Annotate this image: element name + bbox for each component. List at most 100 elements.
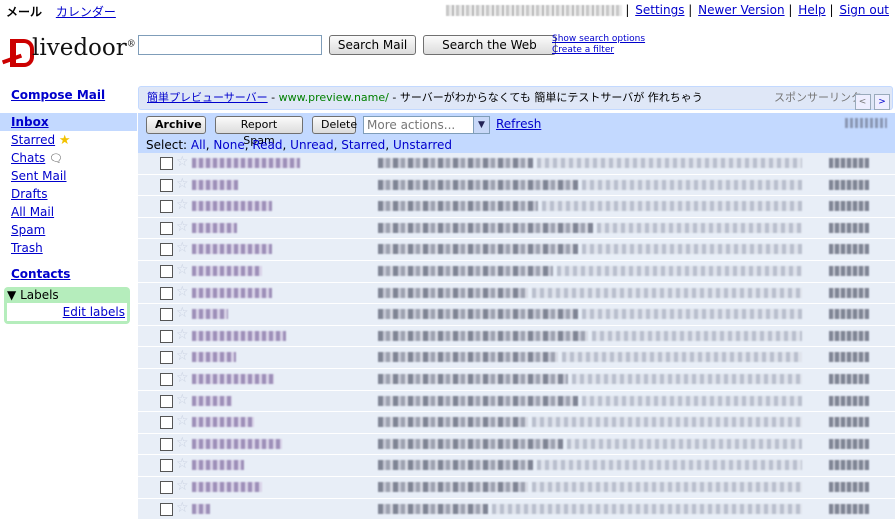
snippet-blurred [582, 309, 802, 319]
select-unstarred-link[interactable]: Unstarred [393, 138, 452, 152]
sidebar-item-inbox[interactable]: Inbox [0, 113, 137, 131]
row-checkbox[interactable] [160, 179, 173, 192]
show-search-options-link[interactable]: Show search options [552, 34, 645, 45]
table-row[interactable]: ☆ [138, 326, 895, 348]
table-row[interactable]: ☆ [138, 499, 895, 520]
table-row[interactable]: ☆ [138, 477, 895, 499]
table-row[interactable]: ☆ [138, 218, 895, 240]
star-toggle-icon[interactable]: ☆ [176, 284, 189, 300]
star-toggle-icon[interactable]: ☆ [176, 413, 189, 429]
calendar-link[interactable]: カレンダー [56, 5, 116, 19]
sidebar-item-chats[interactable]: Chats [11, 151, 45, 165]
sender-blurred [192, 309, 228, 319]
subject-blurred [378, 288, 528, 298]
star-toggle-icon[interactable]: ☆ [176, 500, 189, 516]
star-toggle-icon[interactable]: ☆ [176, 327, 189, 343]
table-row[interactable]: ☆ [138, 412, 895, 434]
row-checkbox[interactable] [160, 459, 173, 472]
star-toggle-icon[interactable]: ☆ [176, 305, 189, 321]
star-toggle-icon[interactable]: ☆ [176, 435, 189, 451]
sidebar-item-all-mail[interactable]: All Mail [0, 203, 137, 221]
table-row[interactable]: ☆ [138, 239, 895, 261]
separator: | [829, 3, 833, 17]
sidebar-item-trash[interactable]: Trash [0, 239, 137, 257]
table-row[interactable]: ☆ [138, 153, 895, 175]
table-row[interactable]: ☆ [138, 196, 895, 218]
row-checkbox[interactable] [160, 200, 173, 213]
subject-blurred [378, 374, 568, 384]
star-toggle-icon[interactable]: ☆ [176, 370, 189, 386]
star-toggle-icon[interactable]: ☆ [176, 219, 189, 235]
next-sponsor-button[interactable]: > [874, 94, 890, 110]
help-link[interactable]: Help [798, 3, 825, 17]
date-blurred [829, 331, 869, 341]
row-checkbox[interactable] [160, 243, 173, 256]
sidebar-item-drafts[interactable]: Drafts [0, 185, 137, 203]
create-filter-link[interactable]: Create a filter [552, 45, 645, 56]
row-checkbox[interactable] [160, 503, 173, 516]
sidebar-item-sent-mail[interactable]: Sent Mail [0, 167, 137, 185]
row-checkbox[interactable] [160, 416, 173, 429]
sender-blurred [192, 396, 232, 406]
prev-sponsor-button[interactable]: < [855, 94, 871, 110]
compose-mail-link[interactable]: Compose Mail [0, 86, 137, 104]
star-toggle-icon[interactable]: ☆ [176, 392, 189, 408]
mail-tab: メール [6, 5, 42, 19]
delete-button[interactable]: Delete [312, 116, 356, 134]
table-row[interactable]: ☆ [138, 175, 895, 197]
table-row[interactable]: ☆ [138, 391, 895, 413]
newer-version-link[interactable]: Newer Version [698, 3, 784, 17]
archive-button[interactable]: Archive [146, 116, 206, 134]
contacts-link[interactable]: Contacts [0, 265, 137, 283]
row-checkbox[interactable] [160, 287, 173, 300]
table-row[interactable]: ☆ [138, 304, 895, 326]
settings-link[interactable]: Settings [635, 3, 684, 17]
sender-blurred [192, 331, 286, 341]
sidebar-item-starred[interactable]: Starred [11, 133, 55, 147]
table-row[interactable]: ☆ [138, 455, 895, 477]
table-row[interactable]: ☆ [138, 369, 895, 391]
star-toggle-icon[interactable]: ☆ [176, 154, 189, 170]
sign-out-link[interactable]: Sign out [839, 3, 889, 17]
select-none-link[interactable]: None [213, 138, 244, 152]
select-unread-link[interactable]: Unread [290, 138, 333, 152]
star-toggle-icon[interactable]: ☆ [176, 240, 189, 256]
refresh-link[interactable]: Refresh [496, 117, 541, 131]
table-row[interactable]: ☆ [138, 347, 895, 369]
row-checkbox[interactable] [160, 157, 173, 170]
sponsor-ad-link[interactable]: 簡単プレビューサーバー [147, 91, 268, 104]
snippet-blurred [537, 460, 802, 470]
star-toggle-icon[interactable]: ☆ [176, 456, 189, 472]
edit-labels-link[interactable]: Edit labels [63, 305, 125, 319]
search-input[interactable] [138, 35, 322, 55]
table-row[interactable]: ☆ [138, 283, 895, 305]
row-checkbox[interactable] [160, 438, 173, 451]
table-row[interactable]: ☆ [138, 261, 895, 283]
livedoor-logo[interactable]: livedoor® [4, 31, 134, 67]
select-read-link[interactable]: Read [252, 138, 282, 152]
row-checkbox[interactable] [160, 222, 173, 235]
star-toggle-icon[interactable]: ☆ [176, 197, 189, 213]
row-checkbox[interactable] [160, 330, 173, 343]
row-checkbox[interactable] [160, 265, 173, 278]
row-checkbox[interactable] [160, 373, 173, 386]
star-toggle-icon[interactable]: ☆ [176, 176, 189, 192]
row-checkbox[interactable] [160, 351, 173, 364]
separator: | [625, 3, 629, 17]
logo-mark-icon [10, 39, 34, 67]
sidebar-item-spam[interactable]: Spam [0, 221, 137, 239]
select-starred-link[interactable]: Starred [341, 138, 385, 152]
labels-header[interactable]: ▼ Labels [7, 288, 59, 302]
row-checkbox[interactable] [160, 395, 173, 408]
report-spam-button[interactable]: Report Spam [215, 116, 303, 134]
table-row[interactable]: ☆ [138, 434, 895, 456]
star-toggle-icon[interactable]: ☆ [176, 348, 189, 364]
star-toggle-icon[interactable]: ☆ [176, 478, 189, 494]
search-mail-button[interactable]: Search Mail [329, 35, 416, 55]
more-actions-select[interactable]: More actions... ▼ [363, 116, 490, 134]
star-toggle-icon[interactable]: ☆ [176, 262, 189, 278]
row-checkbox[interactable] [160, 308, 173, 321]
row-checkbox[interactable] [160, 481, 173, 494]
select-all-link[interactable]: All [191, 138, 206, 152]
search-web-button[interactable]: Search the Web [423, 35, 556, 55]
